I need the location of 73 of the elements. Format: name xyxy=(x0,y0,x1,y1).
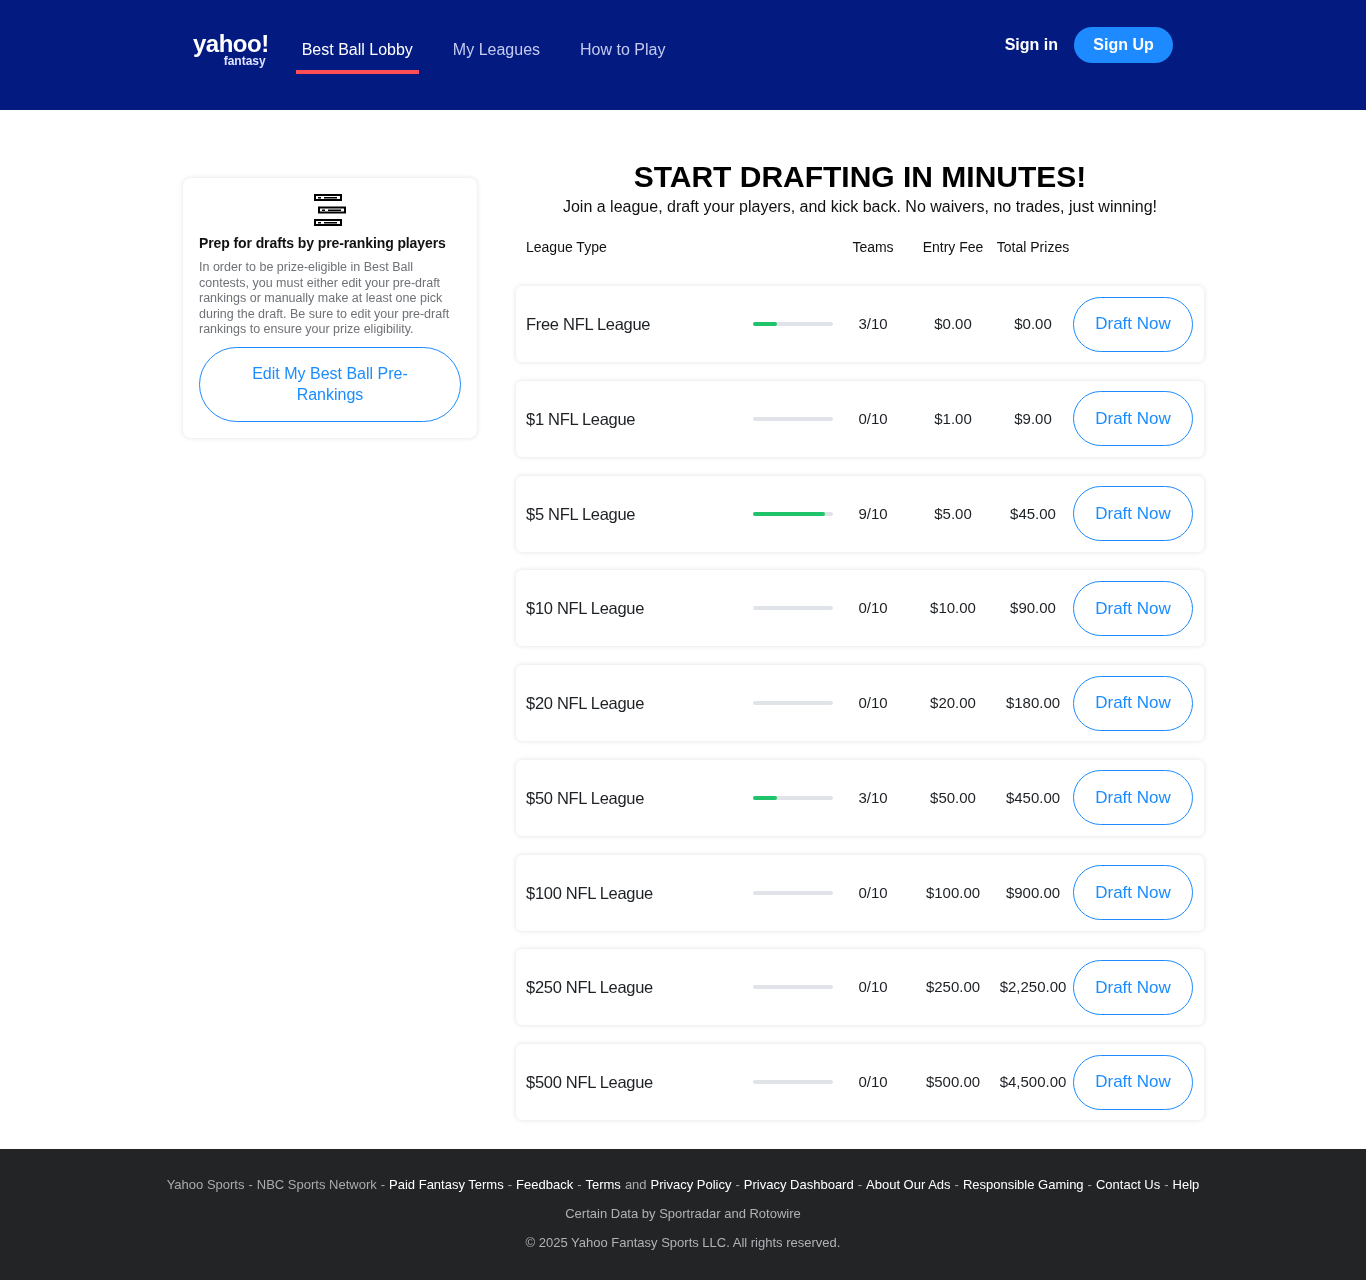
sign-in-link[interactable]: Sign in xyxy=(1004,33,1058,57)
page-subtitle: Join a league, draft your players, and kick back. No waivers, no trades, just winning! xyxy=(562,197,1158,217)
total-prizes: $180.00 xyxy=(1005,693,1061,713)
entry-fee: $500.00 xyxy=(925,1072,981,1092)
team-count: 9/10 xyxy=(858,503,888,524)
entry-fee: $1.00 xyxy=(934,408,972,429)
footer-link[interactable]: Privacy Policy xyxy=(650,1176,732,1194)
total-prizes: $9.00 xyxy=(1014,408,1052,429)
total-prizes: $0.00 xyxy=(1014,314,1052,334)
page-title: START DRAFTING IN MINUTES! xyxy=(633,159,1087,195)
footer-separator-text: - xyxy=(380,1176,386,1194)
copyright-text: © 2025 Yahoo Fantasy Sports LLC. All rights reserved. xyxy=(525,1234,841,1252)
footer-separator-text: - xyxy=(577,1176,582,1194)
team-count: 0/10 xyxy=(858,1072,888,1092)
footer-link[interactable]: Feedback xyxy=(516,1176,574,1194)
entry-fee: $20.00 xyxy=(930,693,976,713)
footer-link[interactable]: Yahoo Sports xyxy=(166,1176,245,1194)
footer-link[interactable]: Responsible Gaming xyxy=(962,1176,1084,1194)
footer-link[interactable]: About Our Ads xyxy=(866,1176,951,1194)
footer-separator-text: - xyxy=(857,1176,862,1194)
total-prizes: $45.00 xyxy=(1010,503,1056,524)
team-count: 0/10 xyxy=(858,693,888,713)
rankings-list-icon xyxy=(314,194,346,226)
card-description: In order to be prize-eligible in Best Ball contests, you must either edit your pre-draft rankings or manually make at least one pick during the draft. Be sure to edit your pre-draft rankings to ensure your prize eligibility. xyxy=(199,260,451,338)
footer-separator-text: - xyxy=(248,1176,253,1194)
footer-link[interactable]: Paid Fantasy Terms xyxy=(389,1176,504,1194)
league-name: $50 NFL League xyxy=(526,787,645,809)
footer-link[interactable]: Help xyxy=(1172,1176,1200,1194)
team-count: 3/10 xyxy=(858,314,888,334)
nav-tab[interactable]: Best Ball Lobby xyxy=(295,22,419,74)
league-name: $10 NFL League xyxy=(526,598,645,620)
footer-separator-text: - xyxy=(507,1176,513,1194)
footer-link[interactable]: Terms xyxy=(585,1176,621,1194)
total-prizes: $450.00 xyxy=(1005,787,1061,808)
total-prizes: $4,500.00 xyxy=(999,1072,1067,1092)
footer-link[interactable]: NBC Sports Network xyxy=(256,1176,377,1194)
entry-fee: $0.00 xyxy=(934,314,972,334)
entry-fee: $50.00 xyxy=(930,787,976,808)
league-name: $20 NFL League xyxy=(526,693,645,714)
league-name: $500 NFL League xyxy=(526,1072,653,1093)
team-count: 3/10 xyxy=(858,787,888,808)
column-header: Entry Fee xyxy=(922,238,984,257)
nav-tab[interactable]: My Leagues xyxy=(446,22,547,74)
footer-link[interactable]: Privacy Dashboard xyxy=(743,1176,854,1194)
column-header: Total Prizes xyxy=(996,238,1070,257)
entry-fee: $100.00 xyxy=(925,882,981,903)
nav-tab[interactable]: How to Play xyxy=(574,22,672,74)
footer-separator-text: - xyxy=(954,1176,959,1194)
total-prizes: $2,250.00 xyxy=(999,977,1067,998)
team-count: 0/10 xyxy=(858,598,888,619)
league-name: $1 NFL League xyxy=(526,408,636,430)
league-name: $5 NFL League xyxy=(526,503,636,525)
footer-separator-text: and xyxy=(624,1176,647,1194)
league-name: $250 NFL League xyxy=(526,977,653,999)
league-name: Free NFL League xyxy=(526,314,651,335)
entry-fee: $250.00 xyxy=(925,977,981,998)
column-header: Teams xyxy=(852,238,894,257)
entry-fee: $5.00 xyxy=(934,503,972,524)
team-count: 0/10 xyxy=(858,882,888,903)
column-header: League Type xyxy=(526,238,607,257)
total-prizes: $90.00 xyxy=(1010,598,1056,619)
data-credit-text: Certain Data by Sportradar and Rotowire xyxy=(565,1205,801,1223)
footer-link[interactable]: Contact Us xyxy=(1095,1176,1161,1194)
footer-separator-text: - xyxy=(1087,1176,1092,1194)
home-logo-link[interactable]: yahoo! fantasy xyxy=(193,33,269,67)
footer-separator-text: - xyxy=(1164,1176,1169,1194)
total-prizes: $900.00 xyxy=(1005,882,1061,903)
team-count: 0/10 xyxy=(858,977,888,998)
league-name: $100 NFL League xyxy=(526,882,653,904)
team-count: 0/10 xyxy=(858,408,888,429)
entry-fee: $10.00 xyxy=(930,598,976,619)
footer-separator-text: - xyxy=(735,1176,740,1194)
card-heading: Prep for drafts by pre-ranking players xyxy=(199,234,447,253)
